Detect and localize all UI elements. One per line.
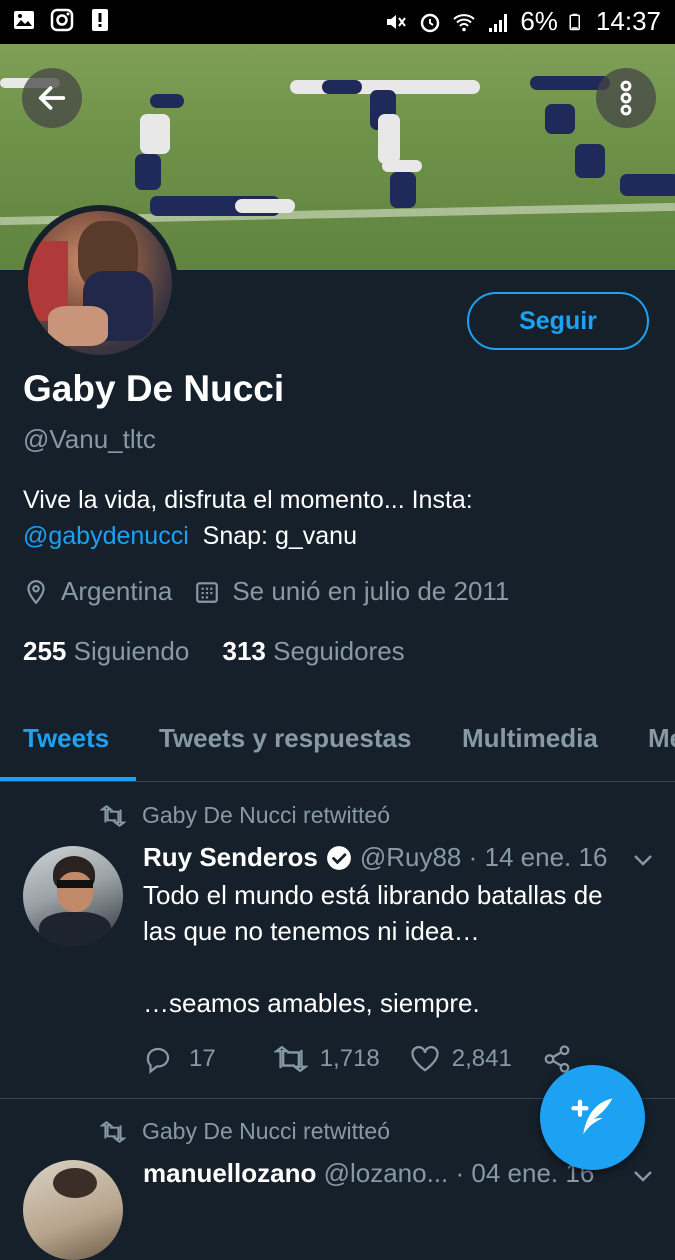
signal-icon xyxy=(489,13,508,32)
battery-icon xyxy=(569,13,580,30)
tweet-header: manuellozano @lozano... · 04 ene. 16 xyxy=(143,1158,594,1189)
tweet-date: · 14 ene. 16 xyxy=(468,842,608,872)
avatar-photo xyxy=(28,211,172,355)
retweet-indicator-text: Gaby De Nucci retwitteó xyxy=(142,1118,390,1144)
bio-text: Vive la vida, disfruta el momento... Ins… xyxy=(23,486,473,514)
tweet-author-avatar[interactable] xyxy=(23,1160,123,1260)
profile-stats: 255 Siguiendo 313 Seguidores xyxy=(23,636,405,667)
profile-location: Argentina xyxy=(61,576,173,606)
following-count: 255 xyxy=(23,636,67,666)
reply-count: 17 xyxy=(189,1045,216,1072)
chevron-down-icon[interactable] xyxy=(632,852,654,868)
following-label: Siguiendo xyxy=(73,636,190,666)
more-vertical-icon xyxy=(620,80,632,116)
followers-stat[interactable]: 313 Seguidores xyxy=(223,636,405,666)
retweet-small-icon xyxy=(100,1120,126,1143)
retweet-icon xyxy=(273,1045,308,1073)
bio-instagram-link[interactable]: @gabydenucci xyxy=(23,522,189,550)
share-button[interactable] xyxy=(542,1044,572,1074)
profile-name: Gaby De Nucci xyxy=(23,368,285,409)
status-bar: 6% 14:37 xyxy=(0,0,675,44)
tweet-author-name[interactable]: manuellozano xyxy=(143,1158,316,1189)
following-stat[interactable]: 255 Siguiendo xyxy=(23,636,189,666)
tweet-text-line: las que no tenemos ni idea… xyxy=(143,916,480,946)
tweet-author-handle: @Ruy88 xyxy=(359,842,462,872)
retweet-indicator: Gaby De Nucci retwitteó xyxy=(100,802,390,829)
retweet-indicator: Gaby De Nucci retwitteó xyxy=(100,1118,390,1145)
tweet-author-name[interactable]: Ruy Senderos xyxy=(143,842,318,873)
tweet-text-line: …seamos amables, siempre. xyxy=(143,988,480,1018)
tweet-text-line: Todo el mundo está librando batallas de xyxy=(143,880,603,910)
followers-label: Seguidores xyxy=(273,636,405,666)
tab-tweets-replies[interactable]: Tweets y respuestas xyxy=(159,723,411,754)
followers-count: 313 xyxy=(222,636,266,666)
wifi-icon xyxy=(453,13,476,31)
profile-joined: Se unió en julio de 2011 xyxy=(232,576,510,606)
tab-media[interactable]: Multimedia xyxy=(462,723,598,754)
tweet-text: Todo el mundo está librando batallas de … xyxy=(143,877,653,1021)
battery-percent: 6% xyxy=(520,6,558,36)
tab-more[interactable]: Me xyxy=(648,723,675,754)
profile-bio: Vive la vida, disfruta el momento... Ins… xyxy=(23,482,643,554)
clock: 14:37 xyxy=(595,6,661,36)
reply-icon xyxy=(146,1047,170,1074)
gallery-icon xyxy=(14,11,34,29)
follow-button[interactable]: Seguir xyxy=(467,292,649,350)
verified-badge-icon xyxy=(326,845,351,870)
tweet-header: Ruy Senderos @Ruy88 · 14 ene. 16 xyxy=(143,842,607,873)
profile-tabs: Tweets Tweets y respuestas Multimedia Me xyxy=(0,705,675,782)
share-icon xyxy=(544,1045,570,1073)
back-button[interactable] xyxy=(22,68,82,128)
alarm-icon xyxy=(421,13,440,32)
alert-icon xyxy=(92,9,108,31)
like-count: 2,841 xyxy=(451,1045,512,1072)
tab-tweets[interactable]: Tweets xyxy=(23,723,109,754)
tweet-author-avatar[interactable] xyxy=(23,846,123,946)
instagram-icon xyxy=(50,8,74,32)
more-options-button[interactable] xyxy=(596,68,656,128)
heart-icon xyxy=(411,1046,439,1072)
profile-avatar[interactable] xyxy=(22,205,178,361)
like-button[interactable]: 2,841 xyxy=(410,1045,512,1073)
active-tab-indicator xyxy=(0,777,136,781)
calendar-icon xyxy=(196,581,219,603)
bio-snap: Snap: g_vanu xyxy=(202,522,357,550)
retweet-indicator-text: Gaby De Nucci retwitteó xyxy=(142,802,390,828)
arrow-left-icon xyxy=(38,86,66,110)
tweet-actions: 17 1,718 2,841 xyxy=(143,1044,572,1074)
profile-meta: Argentina Se unió en julio de 2011 xyxy=(23,576,509,607)
retweet-button[interactable]: 1,718 xyxy=(273,1045,380,1073)
reply-button[interactable]: 17 xyxy=(143,1044,216,1074)
retweet-small-icon xyxy=(100,804,126,827)
chevron-down-icon[interactable] xyxy=(632,1168,654,1184)
profile-handle: @Vanu_tltc xyxy=(23,424,156,454)
tweet-author-handle: @lozano... xyxy=(323,1158,449,1188)
mute-icon xyxy=(387,14,407,29)
location-pin-icon xyxy=(27,579,45,604)
compose-tweet-button[interactable] xyxy=(540,1065,645,1170)
compose-feather-icon xyxy=(570,1098,612,1134)
retweet-count: 1,718 xyxy=(319,1045,380,1072)
